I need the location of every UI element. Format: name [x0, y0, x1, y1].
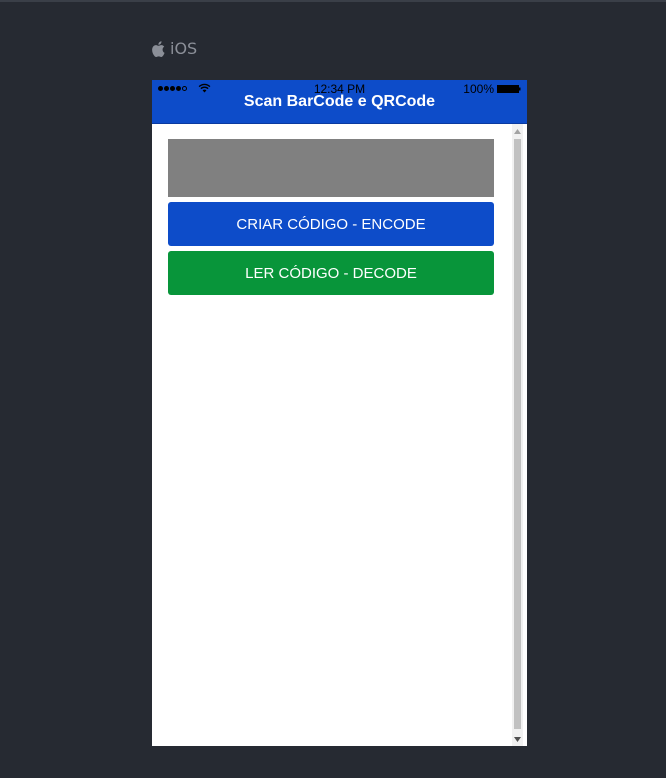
window-top-border: [0, 0, 666, 2]
platform-name: iOS: [170, 39, 198, 58]
scrollbar-thumb[interactable]: [514, 139, 521, 729]
page-title: Scan BarCode e QRCode: [243, 93, 436, 110]
platform-label: iOS: [152, 39, 197, 58]
battery-icon: [497, 85, 521, 93]
result-display-area: [168, 139, 494, 197]
read-code-decode-button[interactable]: LER CÓDIGO - DECODE: [168, 251, 494, 295]
device-frame: 12:34 PM 100% Scan BarCode e QRCode CRIA…: [152, 80, 527, 746]
create-code-encode-button[interactable]: CRIAR CÓDIGO - ENCODE: [168, 202, 494, 246]
scroll-up-arrow-icon[interactable]: [512, 124, 523, 138]
scroll-down-arrow-icon[interactable]: [512, 732, 523, 746]
navigation-bar: 12:34 PM 100% Scan BarCode e QRCode: [152, 80, 527, 124]
apple-icon: [152, 40, 165, 57]
main-content: CRIAR CÓDIGO - ENCODE LER CÓDIGO - DECOD…: [152, 124, 527, 746]
vertical-scrollbar[interactable]: [512, 124, 523, 746]
